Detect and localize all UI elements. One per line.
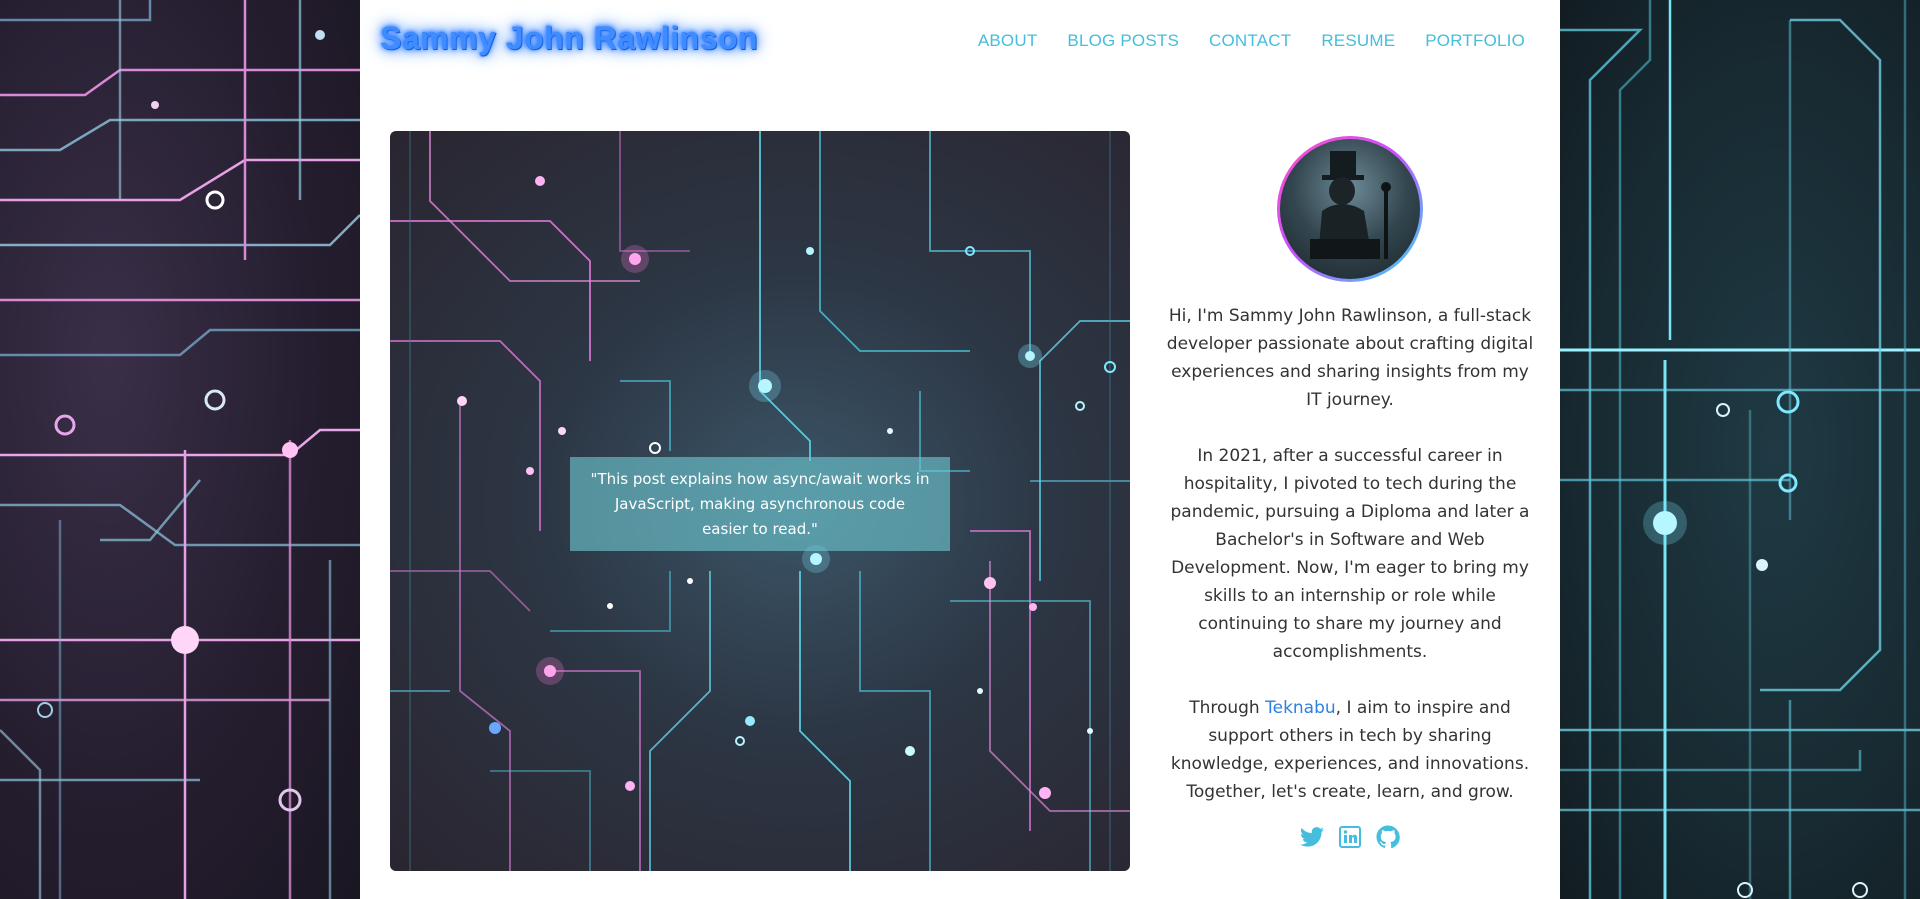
quote-text: "This post explains how async/await work… <box>590 469 930 538</box>
twitter-icon <box>1300 827 1324 847</box>
circuit-pattern-left <box>0 0 360 899</box>
teknabu-link[interactable]: Teknabu <box>1265 698 1336 718</box>
quote-overlay: "This post explains how async/await work… <box>570 457 950 551</box>
avatar-silhouette <box>1310 151 1391 259</box>
github-icon <box>1376 825 1400 849</box>
profile-sidebar: Hi, I'm Sammy John Rawlinson, a full-sta… <box>1165 131 1535 850</box>
nav-contact-link[interactable]: CONTACT <box>1209 31 1291 51</box>
github-link[interactable] <box>1375 824 1401 850</box>
bio-text-before-link: Through <box>1189 698 1266 718</box>
circuit-pattern-right <box>1560 0 1920 899</box>
bio-paragraph-career: In 2021, after a successful career in ho… <box>1170 446 1530 662</box>
main-nav: ABOUT BLOG POSTS CONTACT RESUME PORTFOLI… <box>978 31 1525 51</box>
bio-paragraph-teknabu: Through Teknabu, I aim to inspire and su… <box>1165 694 1535 806</box>
nav-portfolio-link[interactable]: PORTFOLIO <box>1425 31 1525 51</box>
avatar-image <box>1280 139 1420 279</box>
twitter-link[interactable] <box>1299 824 1325 850</box>
avatar <box>1277 136 1423 282</box>
linkedin-link[interactable] <box>1337 824 1363 850</box>
nav-resume-link[interactable]: RESUME <box>1321 31 1395 51</box>
nav-about-link[interactable]: ABOUT <box>978 31 1038 51</box>
linkedin-icon <box>1339 826 1361 848</box>
bio-paragraph-intro: Hi, I'm Sammy John Rawlinson, a full-sta… <box>1166 306 1534 410</box>
background-right-circuit <box>1560 0 1920 899</box>
social-links <box>1165 824 1535 850</box>
main-content: Sammy John Rawlinson ABOUT BLOG POSTS CO… <box>360 0 1560 899</box>
background-left-circuit <box>0 0 360 899</box>
hero-image[interactable]: "This post explains how async/await work… <box>390 131 1130 871</box>
nav-blog-posts-link[interactable]: BLOG POSTS <box>1067 31 1179 51</box>
site-title[interactable]: Sammy John Rawlinson <box>380 20 758 57</box>
